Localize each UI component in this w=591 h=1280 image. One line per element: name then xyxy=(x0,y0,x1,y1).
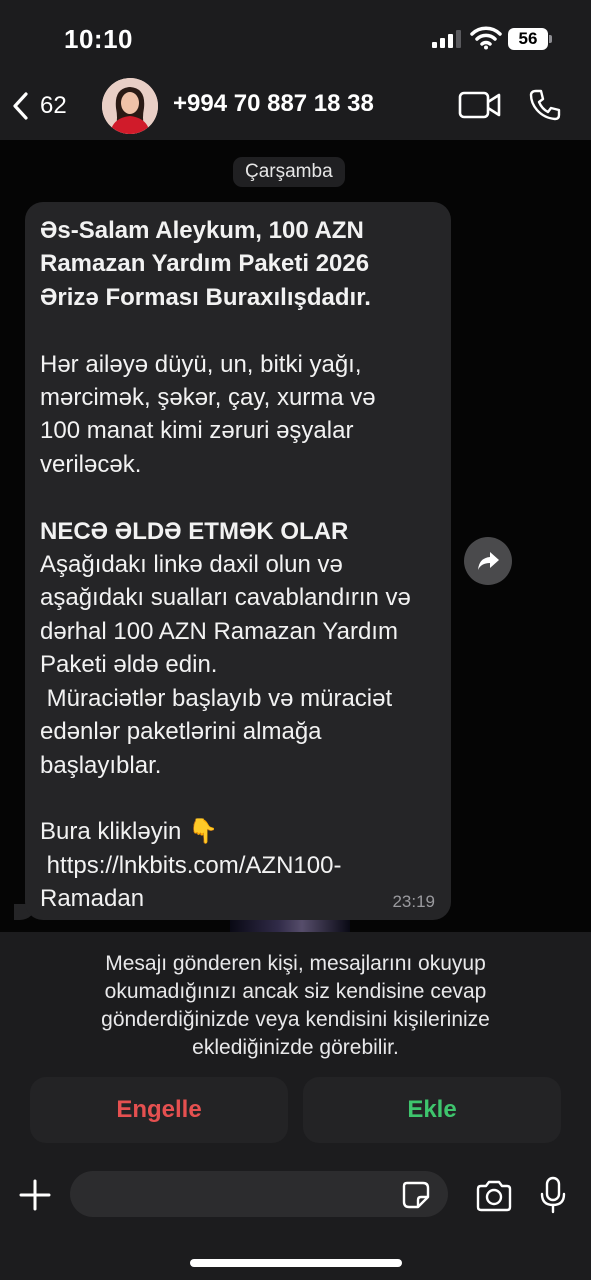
home-indicator xyxy=(190,1259,402,1267)
message-body-instructions: Aşağıdakı linkə daxil olun və aşağıdakı … xyxy=(40,551,411,779)
message-body-intro: Hər ailəyə düyü, un, bitki yağı, mərcimə… xyxy=(40,350,376,478)
battery-indicator: 56 xyxy=(508,28,548,50)
message-subheading: NECƏ ƏLDƏ ETMƏK OLAR xyxy=(40,517,349,545)
block-button[interactable]: Engelle xyxy=(30,1077,288,1143)
attach-button[interactable] xyxy=(18,1178,52,1212)
camera-icon xyxy=(476,1180,512,1212)
forward-button[interactable] xyxy=(464,537,512,585)
read-receipt-notice: Mesajı gönderen kişi, mesajlarını okuyup… xyxy=(101,952,490,1059)
status-bar: 10:10 56 xyxy=(0,0,591,78)
message-heading: Əs-Salam Aleykum, 100 AZN Ramazan Yardım… xyxy=(40,217,371,311)
message-cta: Bura klikləyin 👇 xyxy=(40,818,218,846)
video-call-button[interactable] xyxy=(458,90,502,120)
chevron-left-icon xyxy=(13,92,28,120)
phone-icon xyxy=(529,89,561,121)
voice-call-button[interactable] xyxy=(528,88,562,122)
forward-arrow-icon xyxy=(478,552,499,570)
unknown-sender-panel: Mesajı gönderen kişi, mesajlarını okuyup… xyxy=(0,932,591,1164)
camera-button[interactable] xyxy=(475,1180,513,1212)
sticker-button[interactable] xyxy=(401,1180,431,1210)
add-contact-button[interactable]: Ekle xyxy=(303,1077,561,1143)
plus-icon xyxy=(19,1179,51,1211)
cellular-signal-icon xyxy=(432,30,462,48)
chat-header: 62 +994 70 887 18 38 xyxy=(0,78,591,140)
message-link[interactable]: https://lnkbits.com/AZN100- Ramadan xyxy=(40,852,341,912)
contact-avatar[interactable] xyxy=(102,78,158,134)
video-camera-icon xyxy=(458,91,501,119)
sticker-icon xyxy=(402,1181,430,1209)
message-input[interactable] xyxy=(70,1171,448,1217)
message-timestamp: 23:19 xyxy=(392,892,435,911)
wifi-icon xyxy=(470,26,502,50)
clock: 10:10 xyxy=(64,24,133,54)
incoming-message-bubble[interactable]: Əs-Salam Aleykum, 100 AZN Ramazan Yardım… xyxy=(25,202,451,920)
microphone-icon xyxy=(540,1176,566,1214)
unread-count: 62 xyxy=(40,92,67,119)
message-text: Əs-Salam Aleykum, 100 AZN Ramazan Yardım… xyxy=(40,214,436,916)
message-composer xyxy=(0,1164,591,1280)
date-separator: Çarşamba xyxy=(233,157,345,187)
contact-name[interactable]: +994 70 887 18 38 xyxy=(173,90,374,118)
back-button[interactable]: 62 xyxy=(10,84,67,128)
chat-area[interactable]: Çarşamba Əs-Salam Aleykum, 100 AZN Ramaz… xyxy=(0,140,591,935)
microphone-button[interactable] xyxy=(540,1176,566,1214)
battery-tip xyxy=(549,35,552,43)
